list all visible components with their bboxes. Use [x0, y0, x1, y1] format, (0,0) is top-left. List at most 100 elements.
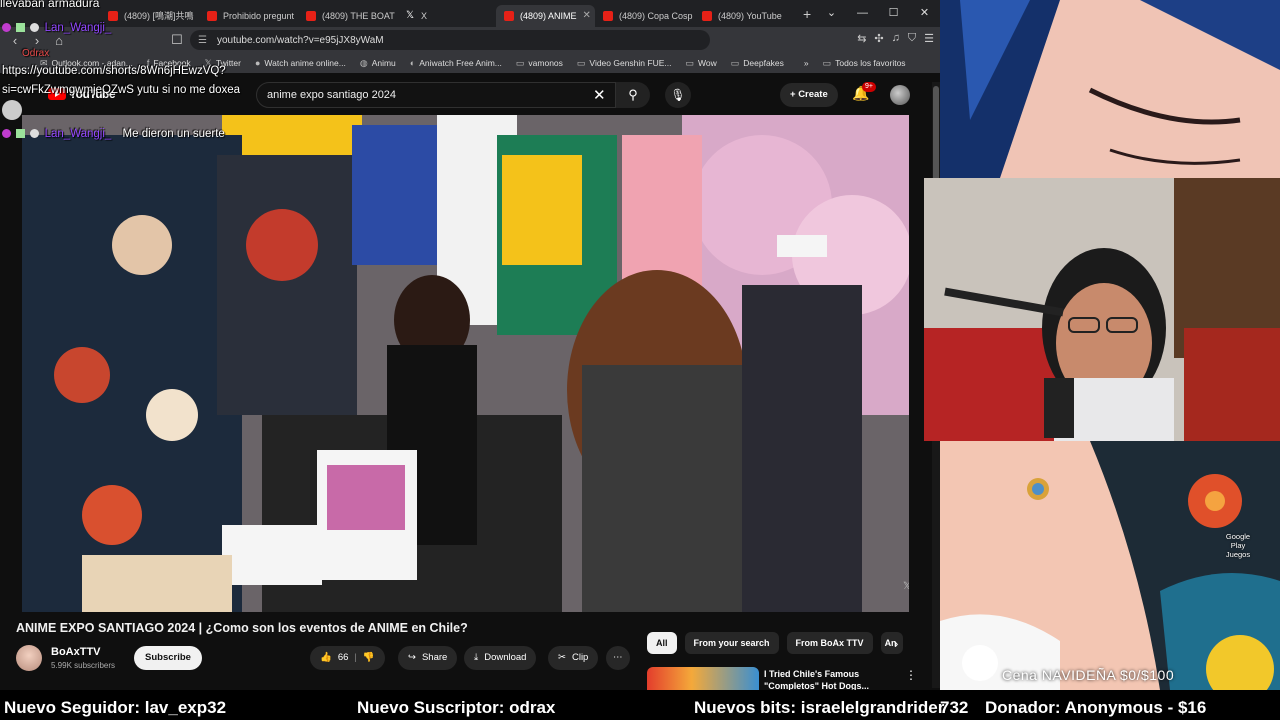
tab-5-active[interactable]: (4809) ANIME ✕ [496, 4, 595, 27]
home-icon[interactable]: ⌂ [48, 33, 70, 48]
stream-overlay: (4809) [鳴潮]共鳴 Prohibido pregunt (4809) T… [0, 0, 1280, 720]
chip-partial[interactable]: An [880, 632, 903, 654]
more-vert-icon[interactable]: ⋮ [905, 668, 917, 682]
bookmark-item[interactable]: ▭ vamonos [516, 58, 563, 69]
youtube-icon [504, 10, 514, 21]
chevron-right-icon[interactable]: › [894, 636, 898, 651]
youtube-icon [306, 10, 316, 21]
chat-message: https://youtube.com/shorts/8Wn6jHEwzVQ? [2, 65, 226, 77]
bookmark-item[interactable]: ◍ Animu [360, 58, 396, 69]
clip-button[interactable]: ✂ Clip [548, 646, 599, 670]
recommendation-chips: All From your search From BoAx TTV An [647, 632, 903, 654]
tab-1[interactable]: (4809) [鳴潮]共鳴 [100, 5, 199, 27]
like-count: 66 [337, 652, 349, 663]
folder-icon: ▭ [515, 57, 525, 68]
puzzle-icon[interactable]: ✣ [874, 32, 883, 45]
subscribe-button[interactable]: Subscribe [134, 646, 202, 670]
microphone-icon[interactable]: 🎙 [665, 82, 691, 108]
maximize-icon[interactable]: ☐ [878, 0, 909, 27]
alerts-ticker: Nuevo Seguidor: lav_exp32 Nuevo Suscript… [0, 690, 1280, 720]
bookmark-item[interactable]: ◐ Aniwatch Free Anim... [410, 58, 502, 68]
bookmark-label: Todos los favoritos [835, 58, 906, 68]
flower-badge-icon [1188, 474, 1242, 528]
divider: | [354, 652, 357, 663]
youtube-icon [207, 10, 217, 21]
video-player[interactable]: 𝕏 [22, 115, 909, 612]
recommendation-title[interactable]: I Tried Chile's Famous "Completos" Hot D… [764, 668, 892, 690]
shield-icon[interactable]: ⛉ [908, 32, 916, 45]
ticker-subscriber: Nuevo Suscriptor: odrax [357, 698, 556, 717]
tab-7[interactable]: (4809) YouTube [694, 5, 793, 27]
bookmark-item[interactable]: ● Watch anime online... [255, 58, 346, 68]
close-tab-icon[interactable]: ✕ [583, 10, 591, 21]
extension-icon[interactable]: ⇆ [857, 32, 866, 45]
x-watermark-icon: 𝕏 [902, 581, 909, 592]
thumbs-down-icon[interactable]: 👎 [363, 646, 375, 670]
all-bookmarks-folder[interactable]: ▭ Todos los favoritos [823, 58, 906, 69]
notifications-icon[interactable]: 🔔 9+ [852, 82, 876, 102]
share-label: Share [421, 652, 448, 663]
bookmark-item[interactable]: ▭ Video Genshin FUE... [577, 58, 672, 69]
create-label: Create [798, 89, 828, 100]
gift-badge-icon [30, 23, 40, 33]
channel-avatar[interactable] [16, 645, 42, 671]
back-icon[interactable]: ‹ [4, 33, 26, 48]
ticker-donation: Donador: Anonymous - $16 [985, 698, 1207, 717]
close-window-icon[interactable]: ✕ [909, 0, 940, 27]
download-button[interactable]: ⤓ Download [464, 646, 537, 670]
channel-name[interactable]: BoAxTTV [51, 646, 101, 658]
search-input[interactable]: anime expo santiago 2024 [256, 82, 616, 108]
tab-search-icon[interactable]: ⌄ [816, 0, 847, 27]
tab-2[interactable]: Prohibido pregunt [199, 5, 298, 27]
recommendation-thumbnail[interactable] [647, 667, 759, 690]
folder-icon: ▭ [730, 57, 740, 68]
account-avatar[interactable] [890, 85, 910, 105]
bookmark-icon[interactable]: ☐ [166, 32, 188, 48]
chat-username: Lan_Wangji_ [44, 128, 112, 140]
url-text: youtube.com/watch?v=e95jJX8yWaM [216, 34, 384, 46]
url-field[interactable]: ☰ youtube.com/watch?v=e95jJX8yWaM [190, 30, 710, 50]
bits-badge-icon [16, 129, 26, 139]
more-icon: ⋯ [613, 652, 623, 663]
chip-from-search[interactable]: From your search [684, 632, 779, 654]
bookmark-label: Deepfakes [743, 58, 784, 68]
thumbs-up-icon[interactable]: 👍 [320, 646, 332, 670]
ticker-bits-amount: 732 [940, 698, 969, 717]
chat-message: Me dieron un suerte [122, 128, 225, 140]
subscriber-badge-icon [2, 23, 11, 33]
bookmark-item[interactable]: ▭ Deepfakes [731, 58, 784, 69]
bookmark-label: Video Genshin FUE... [589, 58, 672, 68]
extensions-area: ⇆ ✣ ♫ ⛉ ☰ [857, 32, 934, 45]
bookmark-label: Watch anime online... [264, 58, 346, 68]
chat-line: llevaban armadura [0, 0, 100, 10]
like-dislike-button[interactable]: 👍 66 | 👎 [310, 646, 385, 670]
bookmark-label: vamonos [528, 58, 563, 68]
more-actions-button[interactable]: ⋯ [606, 646, 630, 670]
video-frame-image [22, 115, 909, 612]
minimize-icon[interactable]: — [847, 0, 878, 27]
forward-icon[interactable]: › [26, 33, 48, 48]
site-info-icon[interactable]: ☰ [198, 35, 207, 46]
search-button[interactable]: ⚲ [616, 82, 650, 108]
bookmarks-overflow-icon[interactable]: » [804, 58, 809, 68]
tab-3[interactable]: (4809) THE BOAT T [298, 5, 397, 27]
download-label: Download [484, 652, 527, 663]
google-play-games-label: Google Play Juegos [1225, 532, 1251, 559]
tab-label: (4809) YouTube [718, 10, 782, 21]
share-button[interactable]: ↪ Share [398, 646, 458, 670]
music-icon[interactable]: ♫ [892, 32, 900, 45]
download-icon: ⤓ [474, 652, 479, 663]
bookmark-item[interactable]: ▭ Wow [685, 58, 716, 69]
anime-icon: ● [254, 58, 261, 68]
clear-search-icon[interactable]: ✕ [593, 86, 606, 104]
address-bar-row: ‹ › ⌂ ☐ ☰ youtube.com/watch?v=e95jJX8yWa… [0, 27, 940, 53]
chip-from-channel[interactable]: From BoAx TTV [786, 632, 873, 654]
youtube-icon [702, 10, 712, 21]
tab-6[interactable]: (4809) Copa Cosp [595, 5, 694, 27]
tab-4[interactable]: 𝕏 X [397, 5, 496, 27]
chip-all[interactable]: All [647, 632, 677, 654]
create-button[interactable]: + Create [780, 83, 838, 107]
ticker-bits: Nuevos bits: israelelgrandrider [694, 698, 945, 717]
menu-icon[interactable]: ☰ [924, 32, 934, 45]
new-tab-icon[interactable]: + [803, 6, 811, 22]
